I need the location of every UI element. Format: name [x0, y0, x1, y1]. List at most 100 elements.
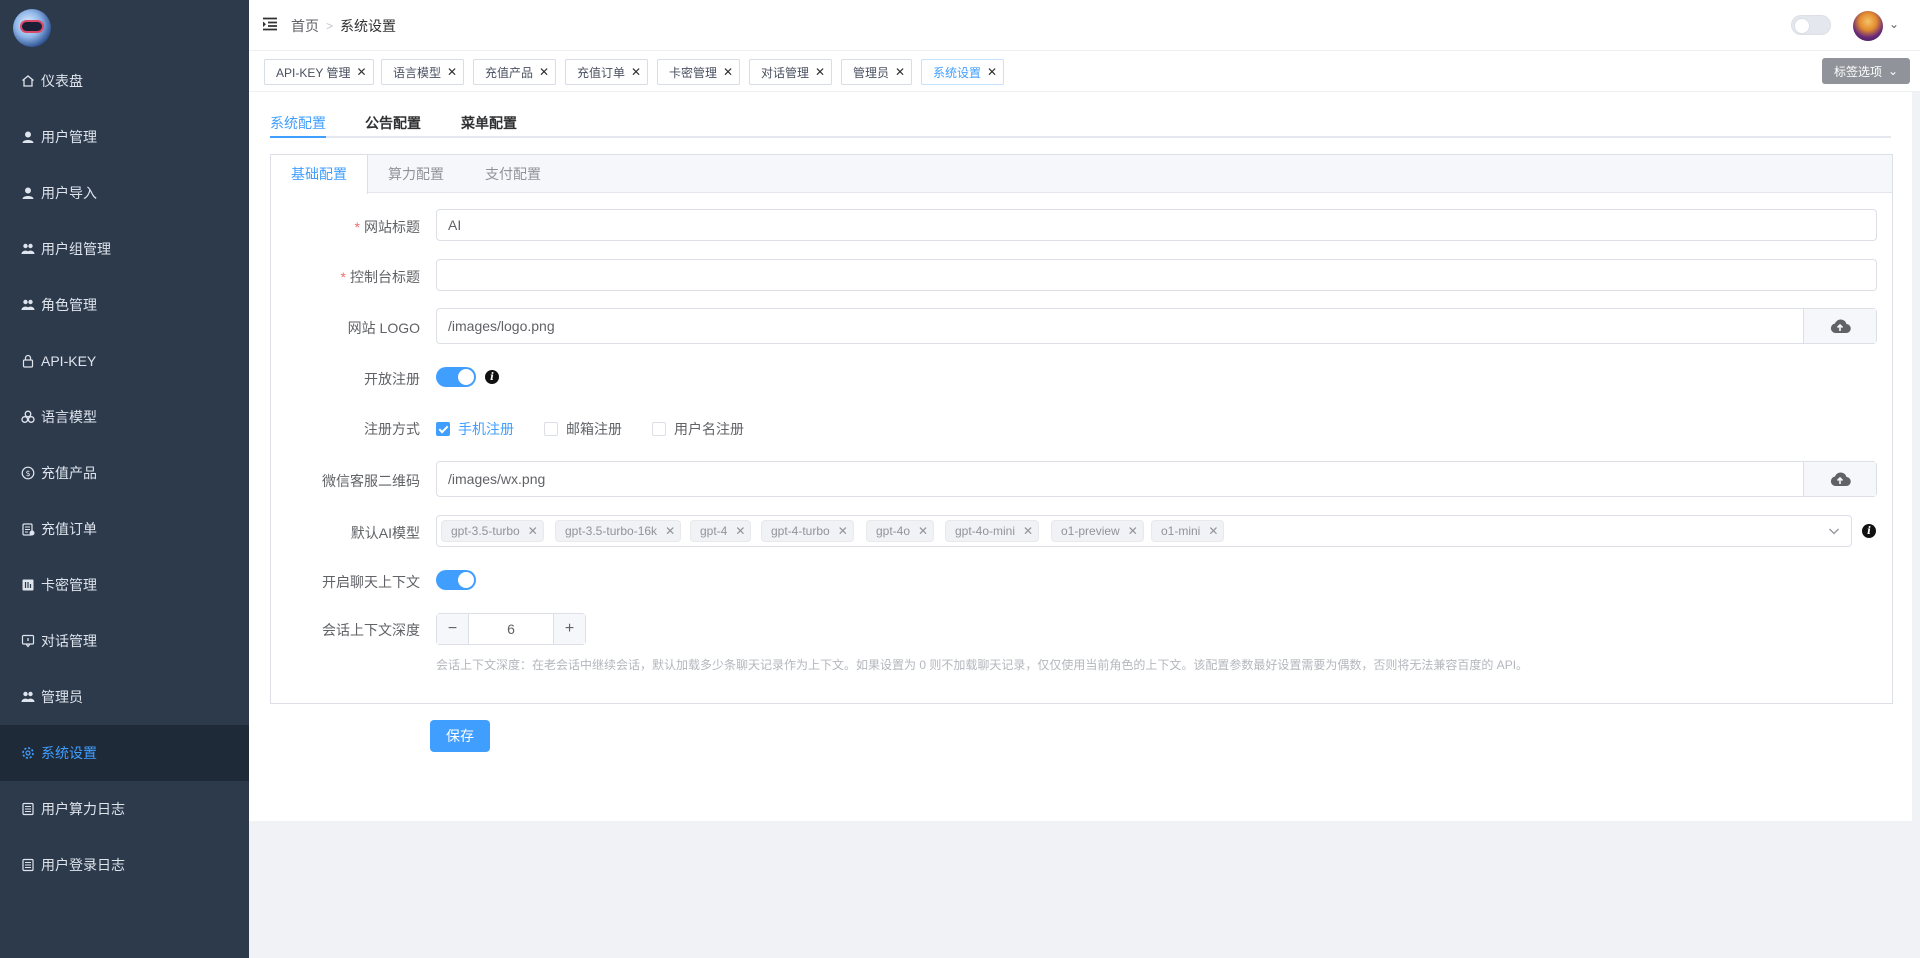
close-icon[interactable]: ✕: [528, 524, 538, 538]
decrease-button[interactable]: −: [437, 614, 469, 644]
model-chip: gpt-3.5-turbo-16k ✕: [555, 520, 682, 542]
tab-system-config[interactable]: 系统配置: [270, 113, 326, 133]
info-icon[interactable]: i: [1862, 524, 1876, 538]
sidebar-item-models[interactable]: 语言模型: [0, 389, 249, 445]
close-icon[interactable]: ✕: [631, 65, 641, 79]
tab-basic-config[interactable]: 基础配置: [271, 155, 368, 194]
sidebar-item-products[interactable]: $ 充值产品: [0, 445, 249, 501]
breadcrumb: 首页 > 系统设置: [291, 16, 396, 36]
checkbox-label: 手机注册: [458, 421, 514, 437]
default-models-select[interactable]: gpt-3.5-turbo ✕ gpt-3.5-turbo-16k ✕ gpt-4 ✕…: [436, 515, 1852, 547]
sidebar-item-orders[interactable]: 充值订单: [0, 501, 249, 557]
tag-options-button[interactable]: 标签选项 ⌄: [1822, 58, 1910, 84]
breadcrumb-home[interactable]: 首页: [291, 16, 319, 36]
tab-power-config[interactable]: 算力配置: [368, 155, 464, 193]
upload-logo-button[interactable]: [1803, 309, 1876, 343]
checkbox-email-register[interactable]: 邮箱注册: [544, 419, 622, 439]
tab-notice-config[interactable]: 公告配置: [365, 113, 421, 133]
close-icon[interactable]: ✕: [815, 65, 825, 79]
checkbox-username-register[interactable]: 用户名注册: [652, 419, 744, 439]
tag-models[interactable]: 语言模型 ✕: [381, 59, 465, 85]
checkbox-label: 邮箱注册: [566, 421, 622, 437]
sidebar-item-dashboard[interactable]: 仪表盘: [0, 53, 249, 109]
close-icon[interactable]: ✕: [723, 65, 733, 79]
open-register-switch[interactable]: [436, 367, 476, 387]
model-chip: o1-preview ✕: [1051, 520, 1144, 542]
sidebar-item-user-groups[interactable]: 用户组管理: [0, 221, 249, 277]
menu-fold-icon[interactable]: [262, 17, 278, 31]
model-chip-label: gpt-4o-mini: [955, 524, 1016, 538]
sidebar-item-users[interactable]: 用户管理: [0, 109, 249, 165]
tag-label: 对话管理: [761, 65, 810, 80]
default-models-label: 默认AI模型: [350, 525, 420, 541]
avatar[interactable]: [1853, 11, 1883, 41]
sidebar-item-api-key[interactable]: API-KEY: [0, 333, 249, 389]
tag-chats[interactable]: 对话管理 ✕: [749, 59, 833, 85]
register-methods-label: 注册方式: [364, 421, 420, 437]
close-icon[interactable]: ✕: [918, 524, 928, 538]
sidebar-item-power-log[interactable]: 用户算力日志: [0, 781, 249, 837]
tag-cards[interactable]: 卡密管理 ✕: [657, 59, 741, 85]
close-icon[interactable]: ✕: [735, 524, 745, 538]
site-logo-label: 网站 LOGO: [347, 320, 420, 336]
upload-qr-button[interactable]: [1803, 462, 1876, 496]
tag-api-key[interactable]: API-KEY 管理 ✕: [264, 59, 374, 85]
close-icon[interactable]: ✕: [895, 65, 905, 79]
model-chip: gpt-3.5-turbo ✕: [441, 520, 544, 542]
site-logo-input[interactable]: /images/logo.png: [448, 309, 555, 343]
app-logo[interactable]: [13, 9, 51, 47]
save-button[interactable]: 保存: [430, 720, 490, 752]
theme-toggle[interactable]: [1791, 15, 1831, 35]
sidebar-item-label: 充值订单: [41, 521, 97, 537]
close-icon[interactable]: ✕: [987, 65, 997, 79]
close-icon[interactable]: ✕: [1208, 524, 1218, 538]
tag-settings[interactable]: 系统设置 ✕: [921, 59, 1005, 85]
increase-button[interactable]: +: [553, 614, 585, 644]
chevron-down-icon: ⌄: [1887, 64, 1899, 78]
context-depth-stepper: − 6 +: [436, 613, 586, 645]
chevron-down-icon[interactable]: ⌄: [1889, 17, 1899, 31]
context-depth-input[interactable]: 6: [469, 614, 553, 644]
sidebar-item-admins[interactable]: 管理员: [0, 669, 249, 725]
sidebar-item-user-import[interactable]: 用户导入: [0, 165, 249, 221]
chat-context-switch[interactable]: [436, 570, 476, 590]
close-icon[interactable]: ✕: [1128, 524, 1138, 538]
sidebar-item-chats[interactable]: 对话管理: [0, 613, 249, 669]
chevron-down-icon: [1829, 528, 1839, 535]
home-icon: [21, 74, 35, 88]
sidebar-item-settings[interactable]: 系统设置: [0, 725, 249, 781]
sidebar-item-cards[interactable]: 卡密管理: [0, 557, 249, 613]
sidebar-item-login-log[interactable]: 用户登录日志: [0, 837, 249, 893]
model-chip: gpt-4o-mini ✕: [945, 520, 1040, 542]
checkbox-phone-register[interactable]: 手机注册: [436, 419, 514, 439]
sidebar-item-label: 用户管理: [41, 129, 97, 145]
tag-label: 充值产品: [485, 65, 534, 80]
model-chip-label: gpt-4o: [876, 524, 911, 538]
site-title-label-text: 网站标题: [364, 219, 420, 235]
tag-products[interactable]: 充值产品 ✕: [473, 59, 557, 85]
log-icon: [21, 858, 35, 872]
close-icon[interactable]: ✕: [539, 65, 549, 79]
close-icon[interactable]: ✕: [838, 524, 848, 538]
tab-active-indicator: [270, 136, 326, 138]
sidebar-item-label: 对话管理: [41, 633, 97, 649]
tag-admins[interactable]: 管理员 ✕: [841, 59, 913, 85]
close-icon[interactable]: ✕: [665, 524, 675, 538]
settings-card: 基础配置 算力配置 支付配置 * 网站标题 AI * 控制台标题 网站 LOGO /…: [270, 154, 1893, 704]
info-icon[interactable]: i: [485, 370, 499, 384]
tag-orders[interactable]: 充值订单 ✕: [565, 59, 649, 85]
svg-text:$: $: [25, 469, 30, 478]
close-icon[interactable]: ✕: [356, 65, 366, 79]
close-icon[interactable]: ✕: [1023, 524, 1033, 538]
tab-menu-config[interactable]: 菜单配置: [461, 113, 517, 133]
top-header: 首页 > 系统设置 ⌄: [249, 0, 1920, 50]
tab-payment-config[interactable]: 支付配置: [465, 155, 561, 193]
close-icon[interactable]: ✕: [447, 65, 457, 79]
config-tabs: 系统配置 公告配置 菜单配置: [270, 105, 1891, 138]
wechat-qr-input[interactable]: /images/wx.png: [448, 462, 545, 496]
console-title-input[interactable]: [436, 259, 1877, 291]
model-chip-label: gpt-3.5-turbo-16k: [565, 524, 658, 538]
site-title-input[interactable]: AI: [436, 209, 1877, 241]
sidebar-item-roles[interactable]: 角色管理: [0, 277, 249, 333]
sidebar-item-label: API-KEY: [41, 353, 97, 369]
